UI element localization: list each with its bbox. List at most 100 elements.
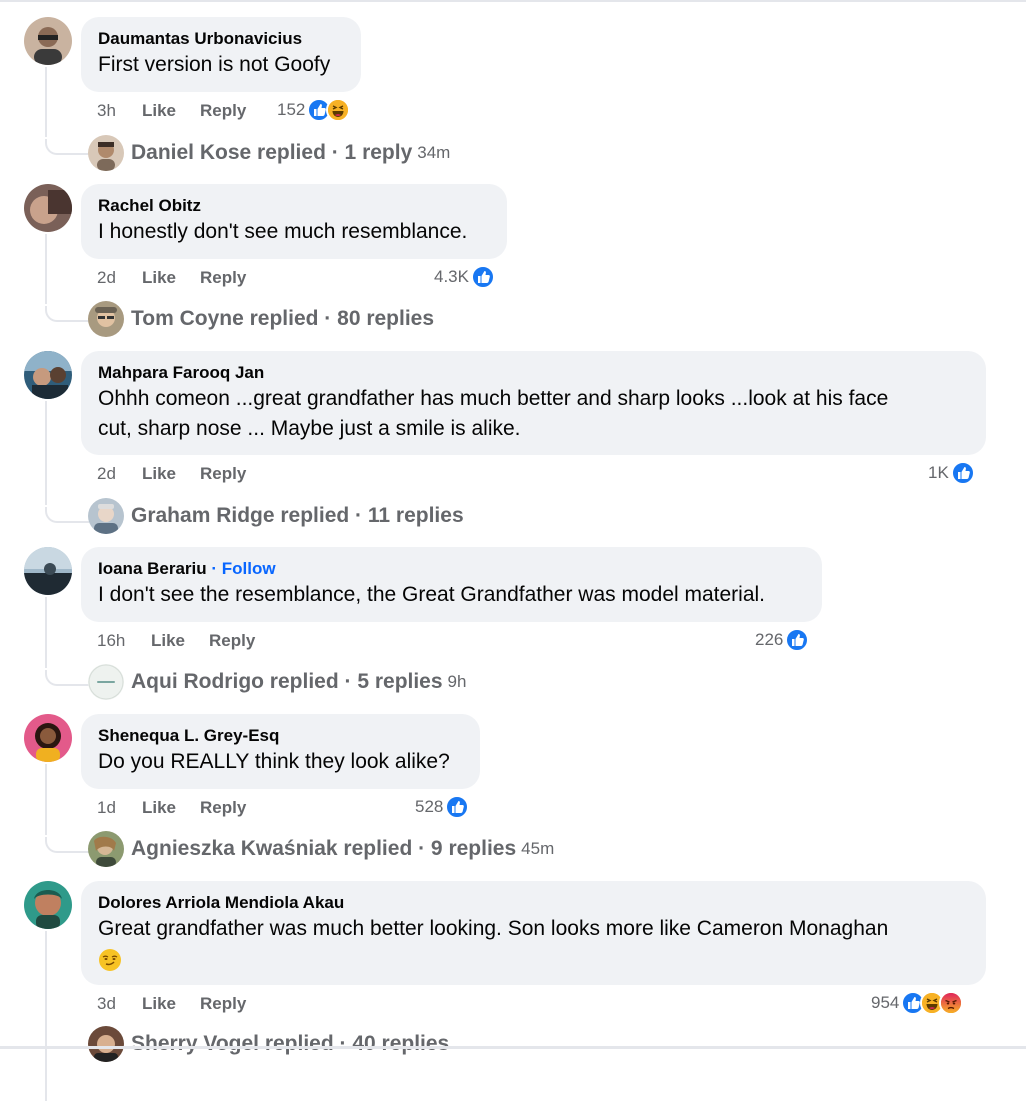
comment-actions: 16h Like Reply (97, 629, 397, 653)
comment-text-line: cut, sharp nose ... Maybe just a smile i… (98, 417, 521, 440)
reply-avatar (88, 498, 124, 534)
comment-actions: 3h Like Reply (97, 99, 397, 123)
reply-avatar (88, 301, 124, 337)
reply-avatar (88, 135, 124, 171)
comment-time[interactable]: 1d (97, 796, 116, 820)
avatar[interactable] (24, 547, 72, 595)
comment-author[interactable]: Rachel Obitz (98, 195, 489, 217)
like-reaction-icon (445, 795, 470, 819)
reaction-summary[interactable]: 152 (277, 98, 351, 122)
comment-author[interactable]: Shenequa L. Grey-Esq (98, 725, 462, 747)
comment-bubble: Ioana Berariu · Follow I don't see the r… (81, 547, 822, 622)
comment-actions: 3d Like Reply (97, 992, 397, 1016)
reply-button[interactable]: Reply (200, 796, 246, 820)
reply-button[interactable]: Reply (200, 462, 246, 486)
comment-author[interactable]: Mahpara Farooq Jan (98, 362, 968, 384)
reply-avatar (88, 1026, 124, 1062)
thread-hook (45, 139, 89, 155)
comment-bubble: Daumantas Urbonavicius First version is … (81, 17, 361, 92)
reaction-count: 226 (755, 630, 784, 649)
smirk-emoji (98, 948, 968, 972)
reply-button[interactable]: Reply (200, 266, 246, 290)
reply-summary[interactable]: Aqui Rodrigo replied · 5 replies (131, 670, 443, 694)
comment-author[interactable]: Dolores Arriola Mendiola Akau (98, 892, 968, 914)
replies-link[interactable]: Tom Coyne replied · 80 replies (88, 301, 439, 337)
avatar[interactable] (24, 17, 72, 65)
replies-link[interactable]: Graham Ridge replied · 11 replies (88, 498, 469, 534)
comment-bubble: Dolores Arriola Mendiola Akau Great gran… (81, 881, 986, 985)
like-reaction-icon (785, 628, 810, 652)
comment-text-line: Ohhh comeon ...great grandfather has muc… (98, 387, 889, 410)
reaction-summary[interactable]: 1K (928, 461, 975, 485)
reply-summary[interactable]: Tom Coyne replied · 80 replies (131, 307, 434, 331)
comment-actions: 2d Like Reply (97, 462, 397, 486)
reaction-summary[interactable]: 4.3K (434, 265, 495, 289)
like-button[interactable]: Like (142, 99, 176, 123)
reaction-count: 1K (928, 463, 949, 482)
reply-button[interactable]: Reply (209, 629, 255, 653)
comment-actions: 1d Like Reply (97, 796, 397, 820)
comment-text: First version is not Goofy (98, 53, 331, 76)
avatar[interactable] (24, 881, 72, 929)
replies-link[interactable]: Agnieszka Kwaśniak replied · 9 replies 4… (88, 831, 554, 867)
comment-time[interactable]: 3d (97, 992, 116, 1016)
reply-time: 9h (447, 672, 467, 691)
comment-text: Do you REALLY think they look alike? (98, 750, 450, 773)
comment-time[interactable]: 16h (97, 629, 125, 653)
top-divider (0, 0, 1026, 2)
reaction-count: 528 (415, 797, 444, 816)
comment-time[interactable]: 3h (97, 99, 116, 123)
thread-hook (45, 670, 89, 686)
comment-bubble: Rachel Obitz I honestly don't see much r… (81, 184, 507, 259)
thread-hook (45, 837, 89, 853)
like-button[interactable]: Like (151, 629, 185, 653)
follow-button[interactable]: · Follow (211, 559, 275, 578)
reply-button[interactable]: Reply (200, 992, 246, 1016)
reply-summary[interactable]: Graham Ridge replied · 11 replies (131, 504, 464, 528)
reply-summary[interactable]: Sherry Vogel replied · 40 replies (131, 1032, 449, 1056)
comment-author[interactable]: Ioana Berariu (98, 559, 207, 578)
like-button[interactable]: Like (142, 796, 176, 820)
thread-line (45, 597, 47, 668)
reply-button[interactable]: Reply (200, 99, 246, 123)
like-button[interactable]: Like (142, 992, 176, 1016)
reaction-count: 4.3K (434, 267, 469, 286)
reply-avatar (88, 831, 124, 867)
replies-link[interactable]: Sherry Vogel replied · 40 replies (88, 1026, 454, 1062)
reply-time: 34m (417, 143, 451, 162)
reaction-count: 954 (871, 993, 900, 1012)
reply-time: 45m (521, 839, 555, 858)
thread-line (45, 67, 47, 137)
comment-text: I honestly don't see much resemblance. (98, 220, 468, 243)
thread-hook (45, 507, 89, 523)
like-button[interactable]: Like (142, 462, 176, 486)
replies-link[interactable]: Aqui Rodrigo replied · 5 replies 9h (88, 664, 466, 700)
comment-time[interactable]: 2d (97, 462, 116, 486)
reaction-summary[interactable]: 226 (755, 628, 810, 652)
comment-author[interactable]: Daumantas Urbonavicius (98, 28, 343, 50)
comment-author-row: Ioana Berariu · Follow (98, 558, 804, 580)
reaction-count: 152 (277, 100, 306, 119)
comment-text: I don't see the resemblance, the Great G… (98, 583, 766, 606)
comment-time[interactable]: 2d (97, 266, 116, 290)
reply-summary[interactable]: Agnieszka Kwaśniak replied · 9 replies (131, 837, 516, 861)
comment-text: Great grandfather was much better lookin… (98, 917, 889, 940)
reply-avatar (88, 664, 124, 700)
like-button[interactable]: Like (142, 266, 176, 290)
replies-link[interactable]: Daniel Kose replied · 1 reply 34m (88, 135, 450, 171)
angry-reaction-icon (939, 991, 964, 1015)
thread-line (45, 234, 47, 304)
avatar[interactable] (24, 714, 72, 762)
haha-reaction-icon (326, 98, 351, 122)
avatar[interactable] (24, 184, 72, 232)
comment-actions: 2d Like Reply (97, 266, 397, 290)
reaction-summary[interactable]: 528 (415, 795, 470, 819)
thread-line (45, 931, 47, 1101)
thread-hook (45, 306, 89, 322)
thread-line (45, 764, 47, 835)
reply-summary[interactable]: Daniel Kose replied · 1 reply (131, 141, 412, 165)
like-reaction-icon (950, 461, 975, 485)
reaction-summary[interactable]: 954 (871, 991, 964, 1015)
comment-bubble: Mahpara Farooq Jan Ohhh comeon ...great … (81, 351, 986, 455)
avatar[interactable] (24, 351, 72, 399)
